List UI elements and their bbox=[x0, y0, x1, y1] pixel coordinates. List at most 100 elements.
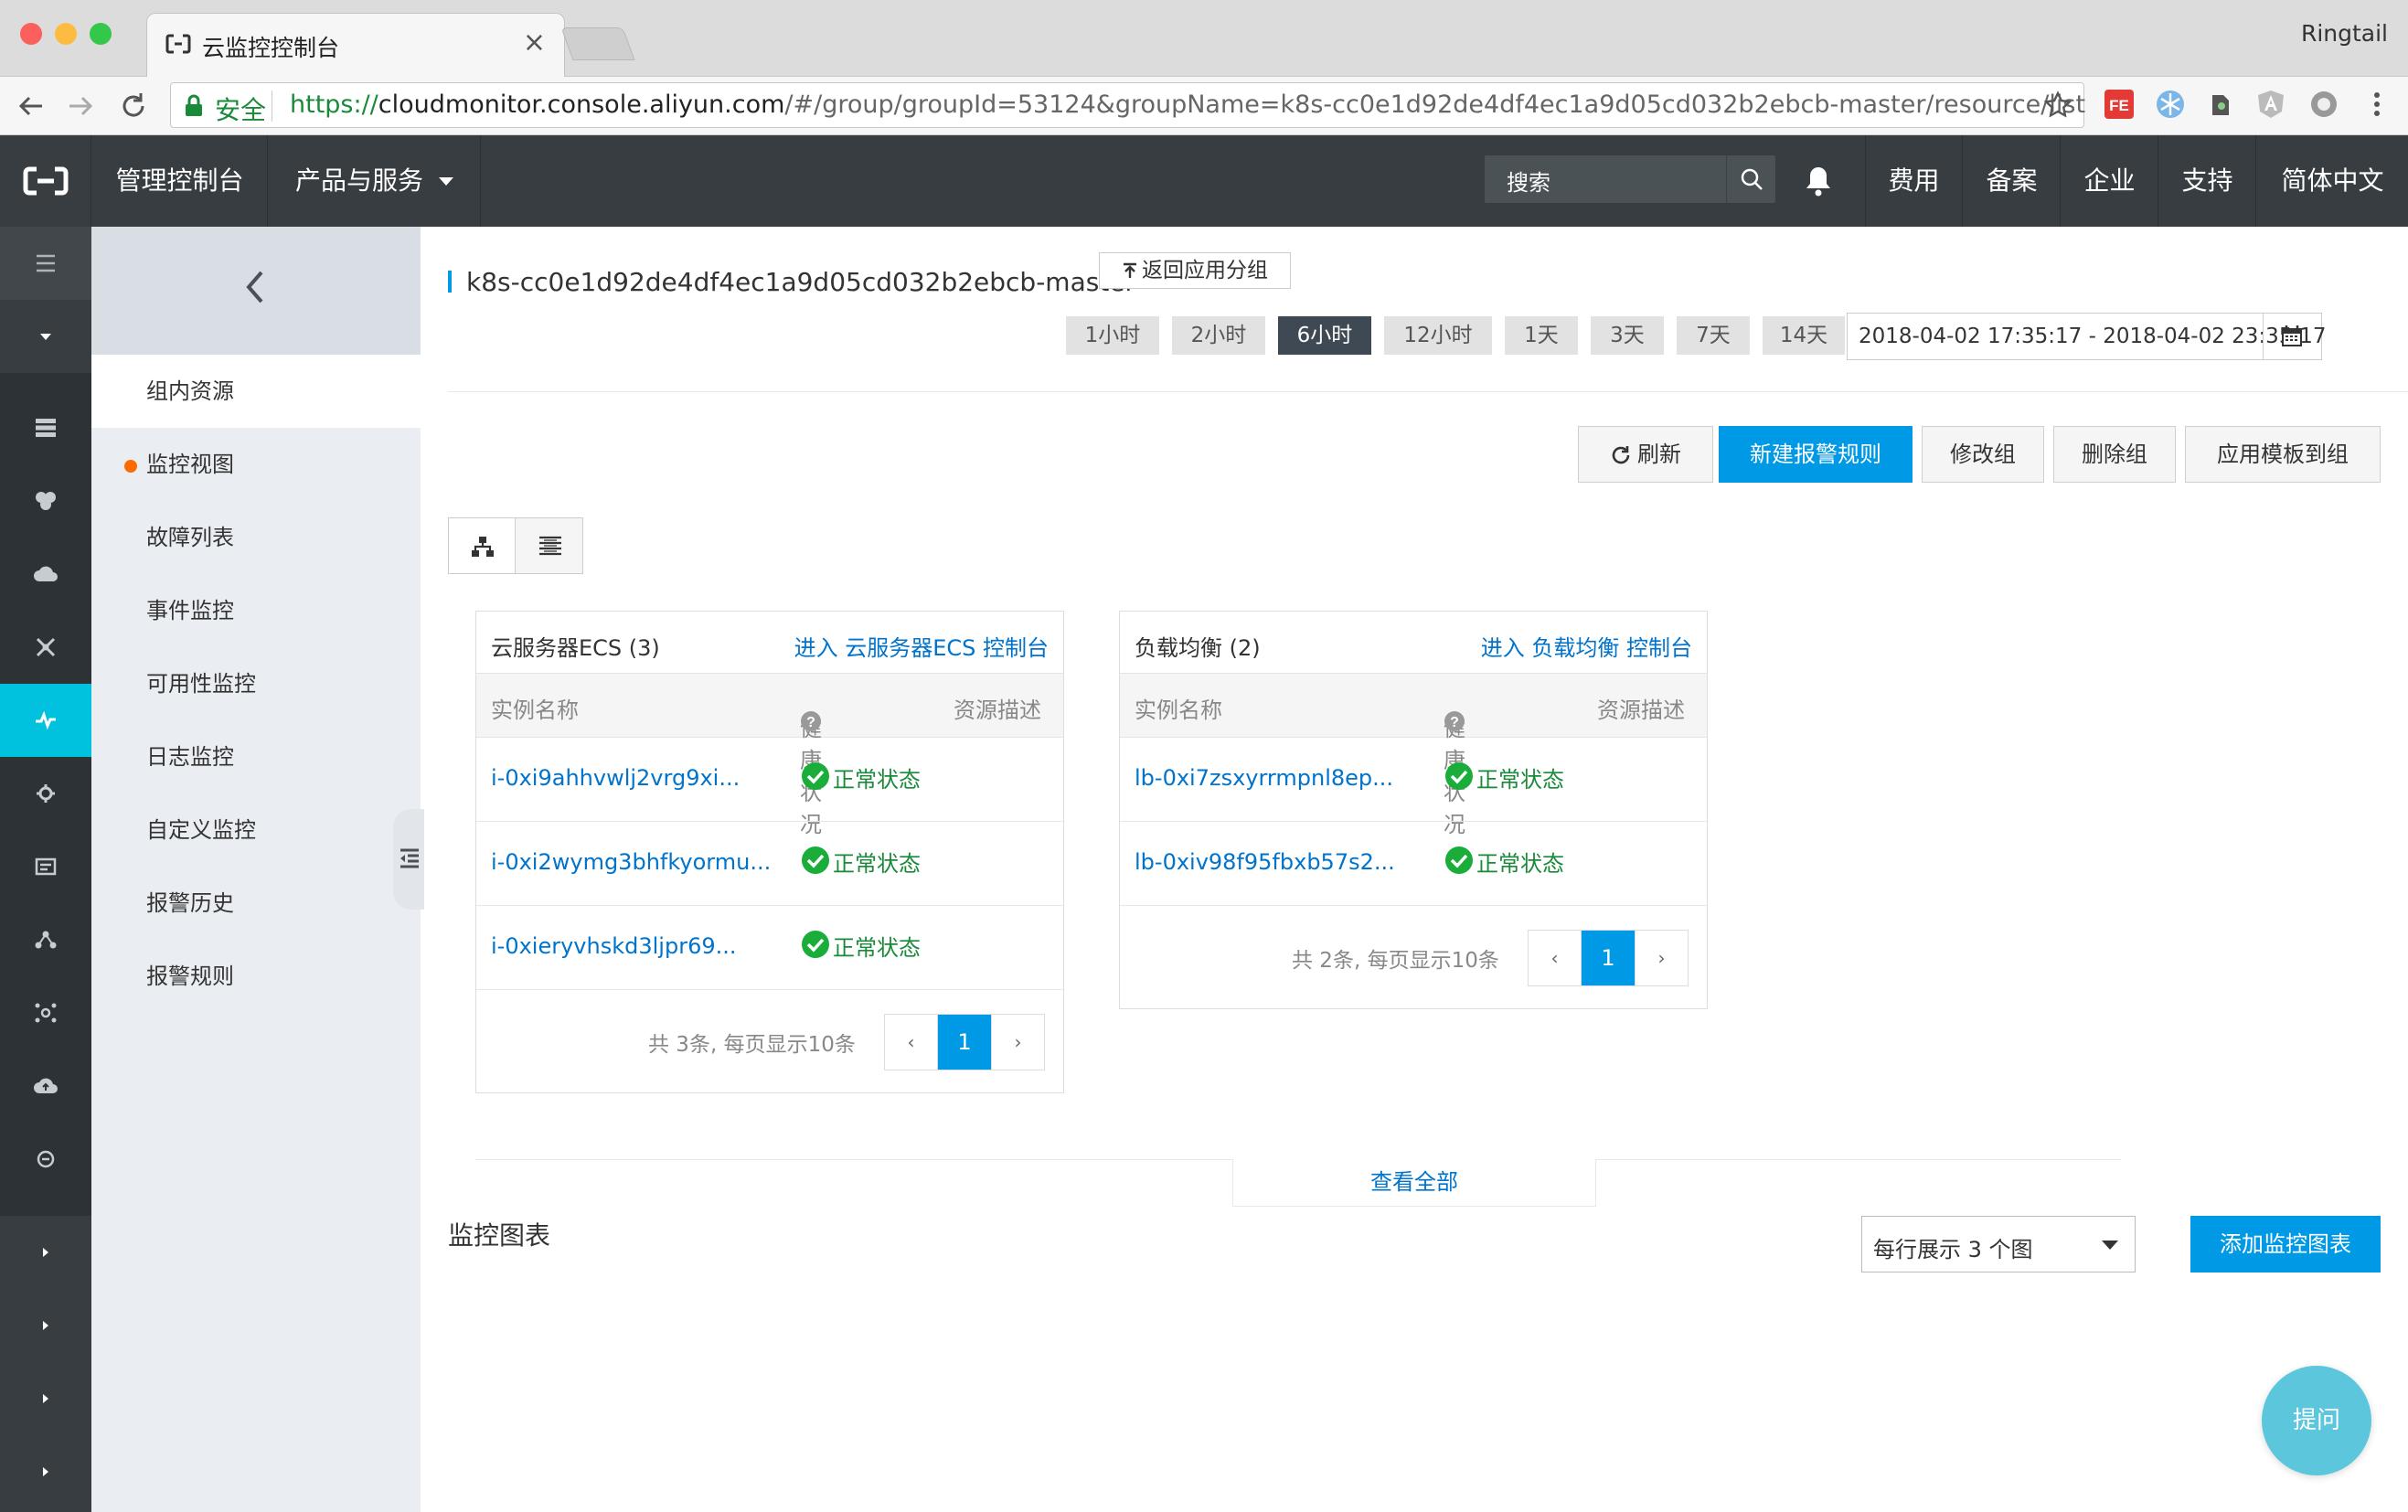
back-arrow-icon[interactable] bbox=[15, 90, 48, 122]
help-icon[interactable]: ? bbox=[800, 710, 822, 732]
topbar-item-enterprise[interactable]: 企业 bbox=[2062, 135, 2158, 227]
leftbar-storage[interactable] bbox=[0, 830, 91, 903]
sidebar-item-custom-monitor[interactable]: 自定义监控 bbox=[91, 793, 421, 867]
forward-arrow-icon[interactable] bbox=[64, 90, 97, 122]
ask-question-button[interactable]: 提问 bbox=[2262, 1366, 2371, 1475]
sidebar-item-fault-list[interactable]: 故障列表 bbox=[91, 501, 421, 574]
bookmark-star-icon[interactable] bbox=[2043, 91, 2072, 120]
page-number-button[interactable]: 1 bbox=[1582, 931, 1635, 985]
address-bar[interactable]: 安全 https://cloudmonitor.console.aliyun.c… bbox=[170, 82, 2085, 128]
prev-page-button[interactable]: ‹ bbox=[885, 1015, 938, 1070]
tab-close-icon[interactable]: × bbox=[523, 27, 546, 59]
page-number-button[interactable]: 1 bbox=[938, 1015, 991, 1070]
leftbar-cdn[interactable] bbox=[0, 903, 91, 976]
leftbar-more-2[interactable] bbox=[0, 1289, 91, 1362]
topbar-item-fees[interactable]: 费用 bbox=[1866, 135, 1963, 227]
sidebar-item-alarm-history[interactable]: 报警历史 bbox=[91, 867, 421, 940]
leftbar-more-3[interactable] bbox=[0, 1362, 91, 1435]
leftbar-more-1[interactable] bbox=[0, 1216, 91, 1289]
topology-view-button[interactable] bbox=[449, 518, 516, 573]
leftbar-container[interactable] bbox=[0, 976, 91, 1049]
sidebar-toggle-handle[interactable] bbox=[393, 809, 424, 910]
search-input[interactable]: 搜索 bbox=[1507, 165, 1550, 197]
leftbar-ecs[interactable] bbox=[0, 391, 91, 464]
sidebar-item-alarm-rules[interactable]: 报警规则 bbox=[91, 940, 421, 1013]
notification-bell-icon[interactable] bbox=[1803, 165, 1834, 197]
pagination: ‹ 1 › bbox=[1528, 930, 1689, 986]
instance-link[interactable]: i-0xi2wymg3bhfkyormu... bbox=[491, 849, 771, 875]
products-menu[interactable]: 产品与服务 bbox=[269, 135, 481, 227]
leftbar-more-4[interactable] bbox=[0, 1435, 91, 1508]
sidebar-item-log-monitor[interactable]: 日志监控 bbox=[91, 720, 421, 793]
sidebar-item-event-monitor[interactable]: 事件监控 bbox=[91, 574, 421, 647]
topbar-item-support[interactable]: 支持 bbox=[2159, 135, 2256, 227]
prev-page-button[interactable]: ‹ bbox=[1529, 931, 1582, 985]
refresh-button[interactable]: 刷新 bbox=[1578, 426, 1713, 483]
close-window-button[interactable] bbox=[20, 23, 42, 45]
reload-icon[interactable] bbox=[117, 90, 150, 122]
time-range-1h[interactable]: 1小时 bbox=[1066, 316, 1159, 355]
new-tab-button[interactable] bbox=[560, 27, 635, 60]
sidebar-collapse-button[interactable] bbox=[91, 227, 421, 355]
angular-extension-icon[interactable] bbox=[2254, 88, 2287, 121]
leftbar-cloud[interactable] bbox=[0, 538, 91, 611]
new-alarm-rule-button[interactable]: 新建报警规则 bbox=[1719, 426, 1913, 483]
circle-extension-icon[interactable] bbox=[2307, 88, 2340, 121]
time-range-3d[interactable]: 3天 bbox=[1591, 316, 1664, 355]
topbar-item-language[interactable]: 简体中文 bbox=[2257, 135, 2408, 227]
leftbar-expand[interactable] bbox=[0, 300, 91, 373]
column-header-description: 资源描述 bbox=[1597, 697, 1685, 723]
add-monitor-chart-button[interactable]: 添加监控图表 bbox=[2190, 1216, 2381, 1272]
apply-template-button[interactable]: 应用模板到组 bbox=[2185, 426, 2381, 483]
time-range-2h[interactable]: 2小时 bbox=[1172, 316, 1265, 355]
back-to-group-button[interactable]: 返回应用分组 bbox=[1099, 252, 1291, 289]
instance-link[interactable]: i-0xieryvhskd3ljpr69... bbox=[491, 933, 737, 959]
minimize-window-button[interactable] bbox=[55, 23, 77, 45]
date-range-picker[interactable]: 2018-04-02 17:35:17 - 2018-04-02 23:35:1… bbox=[1847, 313, 2326, 360]
evernote-extension-icon[interactable] bbox=[2203, 88, 2236, 121]
url-text[interactable]: https://cloudmonitor.console.aliyun.com/… bbox=[290, 91, 2085, 119]
search-icon[interactable] bbox=[1739, 166, 1764, 192]
sidebar-item-group-resources[interactable]: 组内资源 bbox=[91, 355, 421, 428]
leftbar-cloudmonitor[interactable] bbox=[0, 684, 91, 757]
leftbar-toggle[interactable] bbox=[0, 227, 91, 300]
time-range-6h[interactable]: 6小时 bbox=[1278, 316, 1371, 355]
browser-menu-icon[interactable] bbox=[2360, 88, 2393, 121]
sidebar-item-monitor-view[interactable]: 监控视图 bbox=[91, 428, 421, 501]
calendar-icon[interactable] bbox=[2263, 314, 2321, 359]
view-all-link[interactable]: 查看全部 bbox=[1232, 1159, 1596, 1207]
list-view-button[interactable] bbox=[517, 518, 583, 573]
sidebar-item-availability[interactable]: 可用性监控 bbox=[91, 647, 421, 720]
instance-link[interactable]: i-0xi9ahhvwlj2vrg9xi... bbox=[491, 765, 740, 791]
instance-link[interactable]: lb-0xiv98f95fbxb57s2... bbox=[1135, 849, 1395, 875]
leftbar-sync[interactable] bbox=[0, 1123, 91, 1196]
time-range-12h[interactable]: 12小时 bbox=[1384, 316, 1492, 355]
charts-per-row-select[interactable]: 每行展示 3 个图 bbox=[1861, 1216, 2136, 1272]
enter-slb-console-link[interactable]: 进入 负载均衡 控制台 bbox=[1481, 630, 1692, 662]
instance-link[interactable]: lb-0xi7zsxyrrmpnl8ep... bbox=[1135, 765, 1393, 791]
time-range-14d[interactable]: 14天 bbox=[1763, 316, 1845, 355]
leftbar-cloud-storage[interactable] bbox=[0, 1049, 91, 1123]
fe-extension-icon[interactable]: FE bbox=[2103, 88, 2136, 121]
snowflake-extension-icon[interactable] bbox=[2154, 88, 2187, 121]
maximize-window-button[interactable] bbox=[90, 23, 112, 45]
list-icon bbox=[539, 536, 561, 556]
enter-ecs-console-link[interactable]: 进入 云服务器ECS 控制台 bbox=[794, 630, 1049, 662]
browser-profile-name[interactable]: Ringtail bbox=[2301, 20, 2388, 47]
leftbar-security[interactable] bbox=[0, 757, 91, 830]
next-page-button[interactable]: › bbox=[991, 1015, 1044, 1070]
edit-group-button[interactable]: 修改组 bbox=[1922, 426, 2044, 483]
leftbar-database[interactable] bbox=[0, 464, 91, 538]
help-icon[interactable]: ? bbox=[1444, 710, 1465, 732]
aliyun-home-logo[interactable] bbox=[0, 135, 91, 227]
leftbar-network[interactable] bbox=[0, 611, 91, 684]
time-range-1d[interactable]: 1天 bbox=[1505, 316, 1578, 355]
topbar-item-filing[interactable]: 备案 bbox=[1964, 135, 2061, 227]
console-home-link[interactable]: 管理控制台 bbox=[92, 135, 268, 227]
delete-group-button[interactable]: 删除组 bbox=[2053, 426, 2176, 483]
browser-tab-active[interactable]: 云监控控制台 × bbox=[146, 13, 565, 79]
check-circle-icon bbox=[1444, 761, 1474, 791]
time-range-7d[interactable]: 7天 bbox=[1677, 316, 1750, 355]
topbar-search[interactable]: 搜索 bbox=[1485, 155, 1775, 203]
next-page-button[interactable]: › bbox=[1635, 931, 1688, 985]
